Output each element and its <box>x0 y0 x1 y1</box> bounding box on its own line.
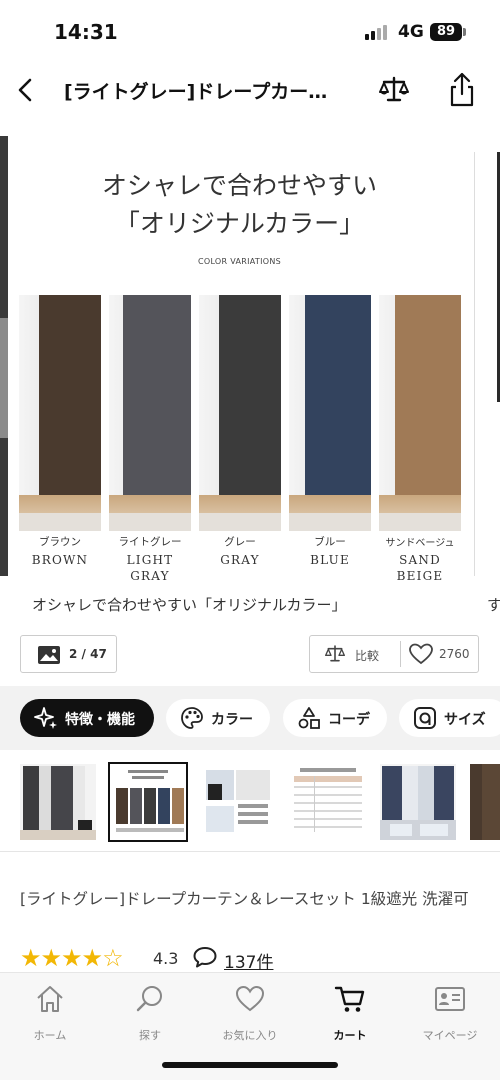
hero-heading-line2: 「オリジナルカラー」 <box>114 209 365 238</box>
tab-label: 探す <box>139 1029 161 1042</box>
tab-color[interactable]: カラー <box>166 699 270 737</box>
palette-icon <box>181 707 203 729</box>
action-pair: 比較 2760 <box>309 635 479 673</box>
status-time: 14:31 <box>54 20 118 44</box>
signal-icon <box>365 24 391 40</box>
image-list-button[interactable]: 2 / 47 <box>20 635 117 673</box>
review-count-link[interactable]: 137件 <box>224 948 273 973</box>
color-label-jp: サンドベージュ <box>385 538 455 549</box>
share-button[interactable] <box>444 70 480 110</box>
home-icon <box>37 986 63 1012</box>
thumbnail-image <box>20 764 96 840</box>
image-caption: オシャレで合わせやすい「オリジナルカラー」 <box>32 596 347 614</box>
swatch-blue <box>289 295 371 531</box>
thumbnail-2[interactable] <box>108 762 188 842</box>
tab-size[interactable]: サイズ <box>399 699 500 737</box>
hero-heading-line1: オシャレで合わせやすい <box>101 171 377 200</box>
previous-image-peek-detail <box>0 318 8 438</box>
thumbnail-image <box>290 764 366 840</box>
color-label-jp: グレー <box>224 536 256 548</box>
color-label-jp: ブラウン <box>39 536 81 548</box>
share-icon <box>450 72 474 107</box>
comment-icon <box>193 947 217 968</box>
next-caption-peek: す <box>487 596 500 614</box>
favorite-button[interactable]: 2760 <box>401 636 479 672</box>
swatch-gray <box>199 295 281 531</box>
tab-label: カート <box>333 1029 367 1042</box>
swatch-light-gray <box>109 295 191 531</box>
image-counter: 2 / 47 <box>69 647 107 661</box>
tab-label: 特徴・機能 <box>65 712 135 728</box>
color-label-en: LIGHT GRAY <box>126 553 174 583</box>
thumbnail-image <box>380 764 456 840</box>
swatch-sand-beige <box>379 295 461 531</box>
tab-search[interactable]: 探す <box>100 983 200 1043</box>
thumbnail-strip <box>0 752 500 852</box>
compare-button[interactable]: 比較 <box>310 636 400 672</box>
battery-tip <box>463 28 466 36</box>
compare-nav-button[interactable] <box>376 72 412 108</box>
thumbnail-image <box>110 764 186 840</box>
shapes-icon <box>298 707 320 729</box>
sparkle-icon <box>34 707 57 729</box>
heart-icon <box>235 985 265 1012</box>
thumbnail-5[interactable] <box>380 764 456 840</box>
cart-icon <box>334 986 365 1012</box>
next-image-peek <box>474 152 500 576</box>
color-label-jp: ライトグレー <box>118 536 182 548</box>
tab-favorites[interactable]: お気に入り <box>200 983 300 1043</box>
thumbnail-6[interactable] <box>470 764 500 840</box>
color-label-en: BLUE <box>310 553 350 567</box>
page-title: [ライトグレー]ドレープカー… <box>64 81 328 103</box>
color-label-en: GRAY <box>220 553 260 567</box>
color-label-en: BROWN <box>31 553 89 567</box>
status-bar: 14:31 4G 89 <box>0 0 500 62</box>
back-icon <box>18 78 32 102</box>
rating-stars: ★★★★☆ <box>20 944 124 972</box>
tab-features[interactable]: 特徴・機能 <box>20 699 154 737</box>
swatch-brown <box>19 295 101 531</box>
heart-icon <box>409 643 433 665</box>
tab-cart[interactable]: カート <box>300 983 400 1043</box>
search-icon <box>136 986 162 1012</box>
thumbnail-4[interactable] <box>290 764 366 840</box>
back-button[interactable] <box>8 72 44 108</box>
battery-icon: 89 <box>430 23 462 41</box>
ruler-icon <box>414 707 436 729</box>
thumbnail-image <box>200 764 276 840</box>
scale-icon <box>325 645 345 662</box>
tab-label: ホーム <box>33 1029 67 1042</box>
tab-label: コーデ <box>328 712 370 728</box>
color-label-jp: ブルー <box>314 536 346 548</box>
tab-home[interactable]: ホーム <box>0 983 100 1043</box>
scale-icon <box>379 76 409 102</box>
thumbnail-1[interactable] <box>20 764 96 840</box>
nav-bar: [ライトグレー]ドレープカー… <box>0 62 500 118</box>
current-image: オシャレで合わせやすい 「オリジナルカラー」 COLOR VARIATIONS … <box>8 136 471 583</box>
product-name: [ライトグレー]ドレープカーテン＆レースセット 1級遮光 洗濯可 <box>20 890 469 908</box>
tab-label: お気に入り <box>222 1029 278 1042</box>
home-indicator <box>162 1062 338 1068</box>
rating-value: 4.3 <box>153 949 179 968</box>
tab-label: サイズ <box>444 712 486 728</box>
image-icon <box>38 646 60 664</box>
tab-label: マイページ <box>422 1029 478 1042</box>
id-card-icon <box>435 987 465 1011</box>
hero-subheading: COLOR VARIATIONS <box>197 257 282 266</box>
favorite-count: 2760 <box>439 647 470 661</box>
compare-label: 比較 <box>355 649 380 663</box>
tab-mypage[interactable]: マイページ <box>400 983 500 1043</box>
color-label-en: SAND BEIGE <box>396 553 444 583</box>
thumbnail-image <box>470 764 500 840</box>
network-label: 4G <box>398 22 424 42</box>
tab-label: カラー <box>211 712 253 728</box>
image-carousel[interactable]: オシャレで合わせやすい 「オリジナルカラー」 COLOR VARIATIONS … <box>0 118 500 583</box>
tab-coordinate[interactable]: コーデ <box>283 699 387 737</box>
thumbnail-3[interactable] <box>200 764 276 840</box>
feature-tabs: 特徴・機能 カラー コーデ サイズ <box>0 686 500 750</box>
